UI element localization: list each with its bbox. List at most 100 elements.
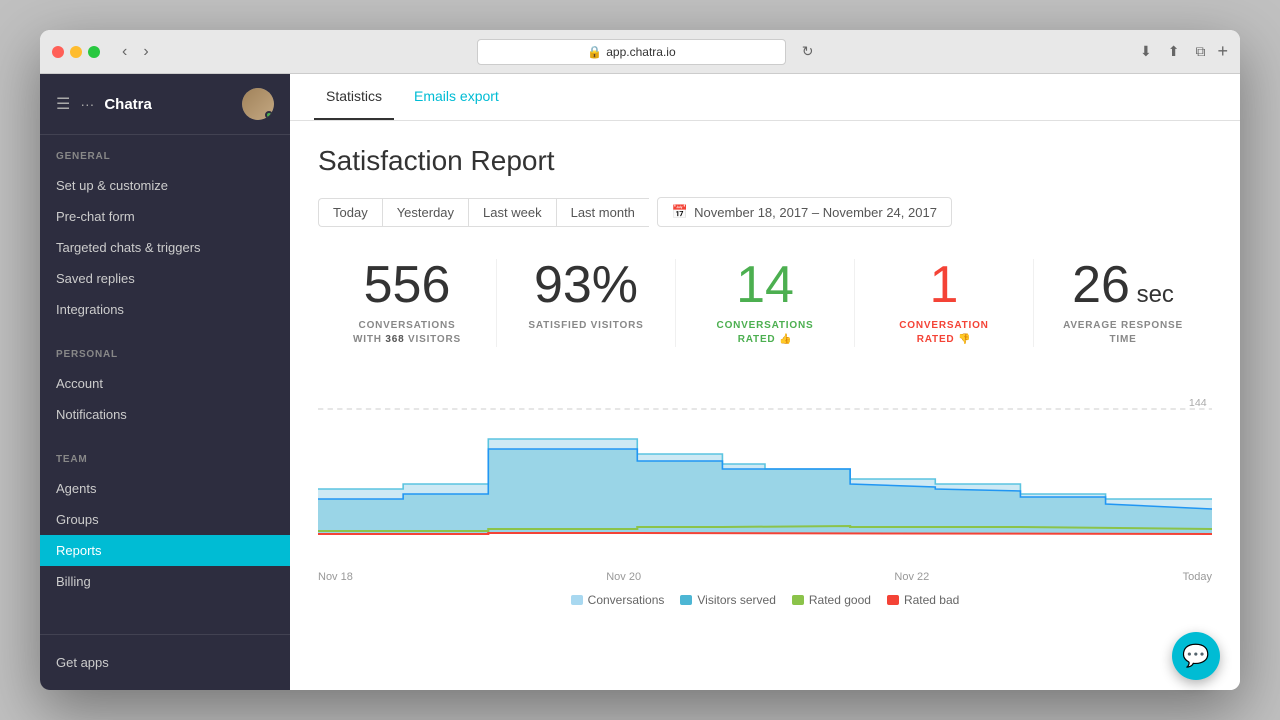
chat-fab-button[interactable]: 💬	[1172, 632, 1220, 680]
download-icon[interactable]: ⬇	[1136, 41, 1156, 62]
filter-today[interactable]: Today	[318, 198, 382, 227]
back-button[interactable]: ‹	[116, 41, 133, 63]
legend-label-visitors-served: Visitors served	[697, 593, 775, 607]
stats-row: 556 CONVERSATIONSWITH 368 VISITORS 93% SATI…	[318, 259, 1212, 347]
sidebar-item-get-apps[interactable]: Get apps	[40, 647, 290, 678]
stat-conversations: 556 CONVERSATIONSWITH 368 VISITORS	[318, 259, 497, 347]
legend-label-rated-bad: Rated bad	[904, 593, 959, 607]
avatar[interactable]	[242, 88, 274, 120]
sidebar-section-label: GENERAL	[40, 151, 290, 170]
sidebar-item-replies[interactable]: Saved replies	[40, 263, 290, 294]
chat-fab-icon: 💬	[1182, 643, 1209, 669]
stat-rated-good: 14 CONVERSATIONSRATED 👍	[676, 259, 855, 347]
menu-dots-icon: ···	[80, 96, 94, 112]
sidebar-section-general: GENERALSet up & customizePre-chat formTa…	[40, 135, 290, 333]
stat-number-satisfied: 93%	[513, 259, 659, 311]
sidebar-item-setup[interactable]: Set up & customize	[40, 170, 290, 201]
share-icon[interactable]: ⬆	[1164, 41, 1184, 62]
tab-statistics[interactable]: Statistics	[314, 74, 394, 120]
chart-x-label: Nov 18	[318, 571, 353, 583]
stat-satisfied: 93% SATISFIED VISITORS	[497, 259, 676, 347]
close-button[interactable]	[52, 46, 64, 58]
sidebar-item-integrations[interactable]: Integrations	[40, 294, 290, 325]
traffic-lights	[52, 46, 100, 58]
brand-name: Chatra	[104, 96, 152, 113]
forward-button[interactable]: ›	[137, 41, 154, 63]
content-area: Satisfaction Report Today Yesterday Last…	[290, 121, 1240, 690]
chart-legend: Conversations Visitors served Rated good Ra…	[318, 593, 1212, 607]
stat-label-conversations: CONVERSATIONSWITH 368 VISITORS	[334, 319, 480, 347]
maximize-button[interactable]	[88, 46, 100, 58]
toolbar-actions: ⬇ ⬆ ⧉	[1136, 41, 1209, 62]
chart-x-label: Nov 20	[606, 571, 641, 583]
sidebar-bottom: Get apps	[40, 634, 290, 690]
sidebar-section-team: TEAMAgentsGroupsReportsBilling	[40, 438, 290, 605]
legend-label-rated-good: Rated good	[809, 593, 871, 607]
stat-rated-bad: 1 CONVERSATIONRATED 👎	[855, 259, 1034, 347]
filter-yesterday[interactable]: Yesterday	[382, 198, 468, 227]
legend-label-conversations: Conversations	[588, 593, 665, 607]
nav-buttons: ‹ ›	[116, 41, 155, 63]
legend-dot-rated-good	[792, 595, 804, 605]
sidebar-item-notifications[interactable]: Notifications	[40, 399, 290, 430]
chart-x-labels: Nov 18 Nov 20 Nov 22 Today	[318, 567, 1212, 587]
main-content: Statistics Emails export Satisfaction Re…	[290, 74, 1240, 690]
app-body: ☰ ··· Chatra GENERALSet up & customizePr…	[40, 74, 1240, 690]
sidebar-item-account[interactable]: Account	[40, 368, 290, 399]
chart-x-label: Today	[1183, 571, 1212, 583]
sidebar-item-triggers[interactable]: Targeted chats & triggers	[40, 232, 290, 263]
svg-text:144: 144	[1189, 398, 1207, 409]
stat-label-satisfied: SATISFIED VISITORS	[513, 319, 659, 333]
browser-toolbar: ‹ › 🔒 app.chatra.io ↻ ⬇ ⬆ ⧉ +	[40, 30, 1240, 74]
sidebar-header: ☰ ··· Chatra	[40, 74, 290, 135]
sidebar-item-label: Get apps	[56, 655, 109, 670]
stat-label-rated-good: CONVERSATIONSRATED 👍	[692, 319, 838, 347]
stat-label-response-time: AVERAGE RESPONSETIME	[1050, 319, 1196, 347]
legend-dot-visitors-served	[680, 595, 692, 605]
date-filters: Today Yesterday Last week Last month 📅 N…	[318, 197, 1212, 227]
hamburger-icon[interactable]: ☰	[56, 94, 70, 114]
duplicate-icon[interactable]: ⧉	[1192, 41, 1210, 62]
new-tab-button[interactable]: +	[1218, 41, 1229, 62]
reload-button[interactable]: ↻	[802, 43, 814, 60]
legend-dot-conversations	[571, 595, 583, 605]
filter-last-month[interactable]: Last month	[556, 198, 649, 227]
legend-item-rated-good: Rated good	[792, 593, 871, 607]
lock-icon: 🔒	[587, 45, 602, 59]
sidebar-item-groups[interactable]: Groups	[40, 504, 290, 535]
online-indicator	[265, 111, 273, 119]
stat-number-rated-good: 14	[692, 259, 838, 311]
tab-emails-export[interactable]: Emails export	[402, 74, 511, 120]
sidebar-item-agents[interactable]: Agents	[40, 473, 290, 504]
url-text: app.chatra.io	[606, 45, 675, 59]
chart-x-label: Nov 22	[894, 571, 929, 583]
stat-number-conversations: 556	[334, 259, 480, 311]
url-bar[interactable]: 🔒 app.chatra.io	[477, 39, 786, 65]
sidebar-section-personal: PERSONALAccountNotifications	[40, 333, 290, 438]
legend-item-conversations: Conversations	[571, 593, 665, 607]
chart-svg: 144	[318, 379, 1212, 559]
sidebar-item-billing[interactable]: Billing	[40, 566, 290, 597]
chart-container: 144	[318, 379, 1212, 559]
calendar-icon: 📅	[672, 204, 688, 220]
sidebar-item-reports[interactable]: Reports	[40, 535, 290, 566]
sidebar-sections: GENERALSet up & customizePre-chat formTa…	[40, 135, 290, 605]
minimize-button[interactable]	[70, 46, 82, 58]
legend-item-rated-bad: Rated bad	[887, 593, 959, 607]
legend-dot-rated-bad	[887, 595, 899, 605]
tabs-bar: Statistics Emails export	[290, 74, 1240, 121]
date-range-button[interactable]: 📅 November 18, 2017 – November 24, 2017	[657, 197, 952, 227]
sidebar-section-label: PERSONAL	[40, 349, 290, 368]
sidebar: ☰ ··· Chatra GENERALSet up & customizePr…	[40, 74, 290, 690]
stat-number-rated-bad: 1	[871, 259, 1017, 311]
page-title: Satisfaction Report	[318, 145, 1212, 177]
stat-response-time: 26 sec AVERAGE RESPONSETIME	[1034, 259, 1212, 347]
filter-last-week[interactable]: Last week	[468, 198, 556, 227]
legend-item-visitors-served: Visitors served	[680, 593, 775, 607]
stat-number-response-time: 26 sec	[1050, 259, 1196, 311]
stat-label-rated-bad: CONVERSATIONRATED 👎	[871, 319, 1017, 347]
date-range-text: November 18, 2017 – November 24, 2017	[694, 205, 937, 220]
chart-rated-bad-line	[318, 533, 1212, 534]
sidebar-section-label: TEAM	[40, 454, 290, 473]
sidebar-item-prechat[interactable]: Pre-chat form	[40, 201, 290, 232]
